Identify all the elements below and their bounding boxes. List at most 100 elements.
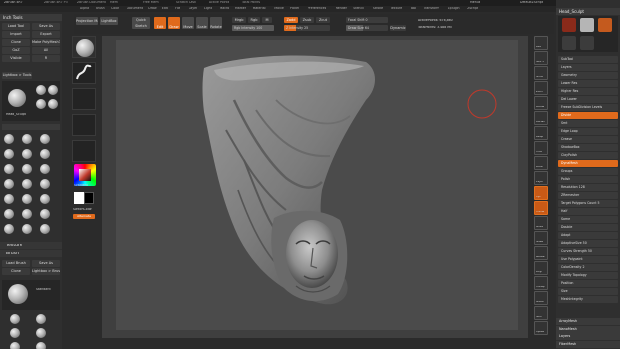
geometry-option[interactable]: Higher Res xyxy=(558,88,618,95)
brush-grid-item[interactable] xyxy=(36,342,46,349)
zcut-button[interactable]: Zcut xyxy=(316,17,330,23)
brush-button-load-brush[interactable]: Load Brush xyxy=(2,260,30,267)
menu-item-preferences[interactable]: Preferences xyxy=(308,7,327,10)
geometry-option[interactable]: Curves Strength 50 xyxy=(558,248,618,255)
viewport-xyz-button[interactable]: Xyz xyxy=(534,186,548,200)
tool-grid-item[interactable] xyxy=(22,179,32,189)
menu-item-light[interactable]: Light xyxy=(204,7,212,10)
tool-grid-item[interactable] xyxy=(22,149,32,159)
gradient-label[interactable]: Gradient xyxy=(74,184,88,187)
geometry-option[interactable]: SubTool xyxy=(558,56,618,63)
geometry-option[interactable]: Divide xyxy=(558,112,618,119)
geometry-option[interactable]: AdaptiveSize 50 xyxy=(558,240,618,247)
rgb-button[interactable]: Rgb xyxy=(248,17,260,23)
tool-grid-item[interactable] xyxy=(40,209,50,219)
panel-section-fibermesh[interactable]: FiberMesh xyxy=(556,340,620,348)
geometry-option[interactable]: Groups xyxy=(558,168,618,175)
main-color-swatch[interactable] xyxy=(74,192,84,204)
texture-section[interactable]: Texture xyxy=(0,242,62,249)
lightbox-button[interactable]: LightBox xyxy=(100,17,118,25)
viewport-polyf-button[interactable]: PolyF xyxy=(534,261,548,275)
brush-button-clone[interactable]: Clone xyxy=(2,268,30,275)
brush-grid-item[interactable] xyxy=(10,328,20,338)
m-button[interactable]: M xyxy=(262,17,272,23)
tool-grid-item[interactable] xyxy=(40,149,50,159)
tool-button-clone[interactable]: Clone xyxy=(2,39,30,46)
tool-grid-item[interactable] xyxy=(4,194,14,204)
menu-item-stroke[interactable]: Stroke xyxy=(373,7,383,10)
titlebar-right-item[interactable]: DefaultZScript xyxy=(520,1,543,4)
panel-section-arraymesh[interactable]: ArrayMesh xyxy=(556,318,620,325)
menu-item-stencil[interactable]: Stencil xyxy=(353,7,364,10)
material-preview[interactable] xyxy=(72,140,96,162)
titlebar-right-item[interactable]: Menus xyxy=(470,1,480,4)
tool-button-load-tool[interactable]: Load Tool xyxy=(2,23,30,30)
tool-button-r[interactable]: R xyxy=(32,55,60,62)
geometry-option[interactable]: Position xyxy=(558,280,618,287)
menu-item-tool[interactable]: Tool xyxy=(410,7,416,10)
menu-item-zplugin[interactable]: Zplugin xyxy=(448,7,460,10)
menu-item-color[interactable]: Color xyxy=(111,7,119,10)
tool-grid-item[interactable] xyxy=(40,164,50,174)
zsub-button[interactable]: Zsub xyxy=(300,17,314,23)
tool-thumb-5[interactable] xyxy=(48,99,58,109)
quick-sketch-button[interactable]: Quick Sketch xyxy=(132,17,150,29)
geometry-option[interactable]: Double xyxy=(558,224,618,231)
draw-size-slider[interactable]: Draw Size 64 xyxy=(346,25,388,31)
z-intensity-slider[interactable]: Z Intensity 25 xyxy=(284,25,330,31)
menu-item-alpha[interactable]: Alpha xyxy=(80,7,89,10)
menu-item-material[interactable]: Material xyxy=(253,7,266,10)
document-canvas[interactable] xyxy=(116,40,518,330)
tool-grid-item[interactable] xyxy=(4,134,14,144)
viewport-zoom-button[interactable]: Zoom xyxy=(534,81,548,95)
tool-grid-item[interactable] xyxy=(4,179,14,189)
viewport-scroll-button[interactable]: Scroll xyxy=(534,66,548,80)
geometry-option[interactable]: ZRemesher xyxy=(558,192,618,199)
tool-button-all[interactable]: All xyxy=(32,47,60,54)
geometry-option[interactable]: ClayPolish xyxy=(558,152,618,159)
geometry-option[interactable]: Use Polypaint xyxy=(558,256,618,263)
tool-button-goz[interactable]: GoZ xyxy=(2,47,30,54)
current-tool-thumbnail[interactable] xyxy=(8,89,26,107)
switchcolor-label[interactable]: SwitchColor xyxy=(73,208,92,211)
menu-item-transform[interactable]: Transform xyxy=(424,7,440,10)
tool-grid-item[interactable] xyxy=(22,224,32,234)
geometry-option[interactable]: Modify Topology xyxy=(558,272,618,279)
geometry-option[interactable]: DynaMesh xyxy=(558,160,618,167)
brush-grid-item[interactable] xyxy=(36,314,46,324)
tool-grid-item[interactable] xyxy=(40,224,50,234)
viewport-bpr-button[interactable]: BPR xyxy=(534,36,548,50)
geometry-option[interactable]: Crease xyxy=(558,136,618,143)
rotate-button[interactable]: Rotate xyxy=(210,17,222,29)
alternate-button[interactable]: Alternate xyxy=(73,214,95,219)
viewport-local-button[interactable]: Local xyxy=(534,156,548,170)
geometry-option[interactable]: Polish xyxy=(558,176,618,183)
brush-grid-item[interactable] xyxy=(10,314,20,324)
viewport-floor-button[interactable]: Floor xyxy=(534,141,548,155)
scale-button[interactable]: Scale xyxy=(196,17,208,29)
subtool-thumb-5[interactable] xyxy=(580,36,594,50)
tool-grid-item[interactable] xyxy=(4,209,14,219)
viewport-scale-button[interactable]: Scale xyxy=(534,231,548,245)
geometry-option[interactable]: Size xyxy=(558,288,618,295)
geometry-option[interactable]: Del Lower xyxy=(558,96,618,103)
geometry-option[interactable]: Freeze SubDivision Levels xyxy=(558,104,618,111)
geometry-option[interactable]: Resolution 128 xyxy=(558,184,618,191)
viewport-rotate-button[interactable]: Rotate xyxy=(534,246,548,260)
tool-grid-item[interactable] xyxy=(4,224,14,234)
geometry-option[interactable]: Smt xyxy=(558,120,618,127)
tool-button-import[interactable]: Import xyxy=(2,31,30,38)
subtool-thumb-2[interactable] xyxy=(580,18,594,32)
geometry-option[interactable]: Lower Res xyxy=(558,80,618,87)
edit-button[interactable]: Edit xyxy=(154,17,166,29)
viewport-actual-button[interactable]: Actual xyxy=(534,96,548,110)
viewport-move-button[interactable]: Move xyxy=(534,216,548,230)
secondary-color-swatch[interactable] xyxy=(84,192,94,204)
brush-button-save-as[interactable]: Save As xyxy=(32,260,60,267)
projection-master-button[interactable]: Projection Master xyxy=(76,17,98,25)
panel-section-nanomesh[interactable]: NanoMesh xyxy=(556,325,620,333)
tool-grid-item[interactable] xyxy=(4,149,14,159)
viewport-solo-button[interactable]: Solo xyxy=(534,306,548,320)
tool-grid-item[interactable] xyxy=(40,179,50,189)
tool-button-export[interactable]: Export xyxy=(32,31,60,38)
